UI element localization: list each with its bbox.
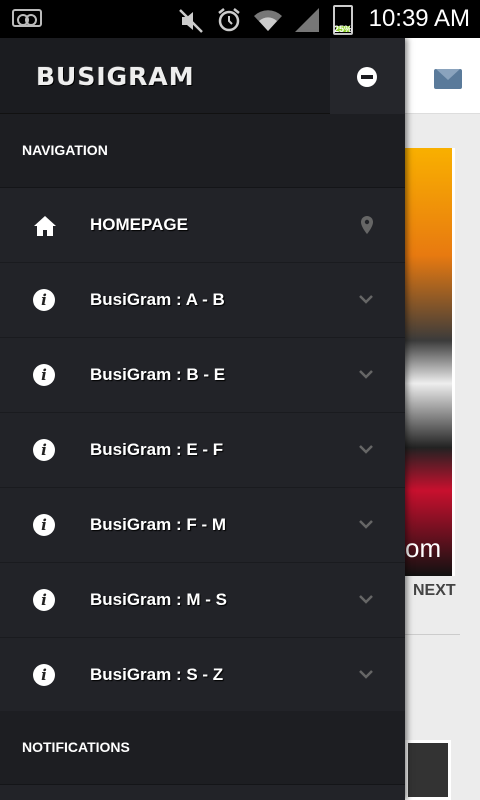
menu-item-m-s[interactable]: i BusiGram : M - S: [0, 563, 405, 638]
menu-item-label: HOMEPAGE: [90, 215, 188, 234]
section-label-navigation: NAVIGATION: [22, 142, 108, 158]
wifi-icon: [254, 10, 282, 32]
chevron-down-icon[interactable]: [359, 291, 373, 305]
menu-item-f-m[interactable]: i BusiGram : F - M: [0, 488, 405, 563]
menu-item-label: BusiGram : A - B: [90, 290, 225, 309]
status-bar: 25% 10:39 AM: [0, 0, 480, 38]
chevron-down-icon[interactable]: [359, 516, 373, 530]
background-header: [405, 38, 480, 114]
info-icon: i: [33, 289, 55, 311]
background-app: om NEXT: [405, 38, 480, 800]
menu-item-b-e[interactable]: i BusiGram : B - E: [0, 338, 405, 413]
menu-item-label: BusiGram : S - Z: [90, 665, 224, 684]
menu-item-label: BusiGram : B - E: [90, 365, 226, 384]
info-icon: i: [33, 514, 55, 536]
background-thumbnail: [405, 740, 451, 800]
mute-icon: [179, 9, 203, 33]
minus-circle-icon: [357, 67, 377, 87]
navigation-drawer: BUSIGRAM NAVIGATION HOMEPAGE i BusiGram …: [0, 38, 405, 800]
close-drawer-button[interactable]: [330, 38, 405, 114]
info-icon: i: [33, 364, 55, 386]
battery-percent: 25%: [333, 24, 352, 34]
section-label-notifications: NOTIFICATIONS: [22, 739, 130, 755]
menu-item-a-b[interactable]: i BusiGram : A - B: [0, 263, 405, 338]
notifications-section-header: NOTIFICATIONS: [0, 711, 405, 785]
menu-item-label: BusiGram : M - S: [90, 590, 227, 609]
alarm-icon: [218, 8, 240, 32]
chevron-down-icon[interactable]: [359, 591, 373, 605]
clock: 10:39 AM: [368, 5, 470, 32]
signal-icon: [295, 8, 319, 32]
home-icon: [33, 214, 56, 236]
chevron-down-icon[interactable]: [359, 666, 373, 680]
menu-item-homepage[interactable]: HOMEPAGE: [0, 188, 405, 263]
menu-item-e-f[interactable]: i BusiGram : E - F: [0, 413, 405, 488]
next-button[interactable]: NEXT: [413, 582, 456, 600]
info-icon: i: [33, 589, 55, 611]
location-pin-icon: [361, 216, 373, 234]
divider: [405, 634, 460, 635]
info-icon: i: [33, 439, 55, 461]
background-photo: om: [405, 148, 455, 576]
navigation-section-header: NAVIGATION: [0, 114, 405, 188]
drawer-header: BUSIGRAM: [0, 38, 405, 114]
mail-icon[interactable]: [434, 69, 462, 89]
menu-item-s-z[interactable]: i BusiGram : S - Z: [0, 638, 405, 713]
menu-item-label: BusiGram : F - M: [90, 515, 227, 534]
info-icon: i: [33, 664, 55, 686]
chevron-down-icon[interactable]: [359, 366, 373, 380]
menu-item-label: BusiGram : E - F: [90, 440, 224, 459]
chevron-down-icon[interactable]: [359, 441, 373, 455]
app-logo: BUSIGRAM: [36, 62, 195, 91]
voicemail-icon: [12, 9, 42, 27]
photo-caption: om: [405, 533, 442, 563]
